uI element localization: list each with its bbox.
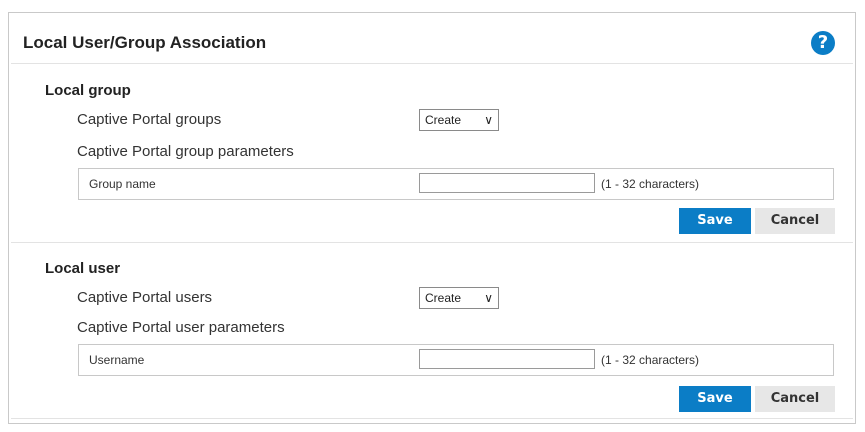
- group-name-hint: (1 - 32 characters): [601, 177, 700, 191]
- select-value: Create: [425, 113, 462, 127]
- captive-portal-users-label: Captive Portal users: [77, 289, 213, 306]
- chevron-down-icon: ∨: [484, 291, 493, 305]
- panel-title: Local User/Group Association: [23, 33, 267, 52]
- local-group-title: Local group: [45, 82, 131, 99]
- user-parameters-box: Username (1 - 32 characters): [78, 344, 834, 376]
- username-input[interactable]: [419, 349, 595, 369]
- group-parameters-box: Group name (1 - 32 characters): [78, 168, 834, 200]
- captive-portal-users-select[interactable]: Create ∨: [419, 287, 499, 309]
- divider: [11, 242, 853, 243]
- help-icon[interactable]: ?: [811, 31, 835, 55]
- group-parameters-label: Captive Portal group parameters: [77, 143, 294, 160]
- user-save-button[interactable]: Save: [679, 386, 751, 412]
- username-label: Username: [89, 353, 145, 367]
- captive-portal-groups-label: Captive Portal groups: [77, 111, 222, 128]
- group-save-button[interactable]: Save: [679, 208, 751, 234]
- group-name-input[interactable]: [419, 173, 595, 193]
- association-panel: Local User/Group Association ? Local gro…: [8, 12, 856, 424]
- group-name-label: Group name: [89, 177, 156, 191]
- user-cancel-button[interactable]: Cancel: [755, 386, 835, 412]
- group-cancel-button[interactable]: Cancel: [755, 208, 835, 234]
- divider: [11, 418, 853, 419]
- chevron-down-icon: ∨: [484, 113, 493, 127]
- username-hint: (1 - 32 characters): [601, 353, 700, 367]
- divider: [11, 63, 853, 64]
- select-value: Create: [425, 291, 462, 305]
- captive-portal-groups-select[interactable]: Create ∨: [419, 109, 499, 131]
- user-parameters-label: Captive Portal user parameters: [77, 319, 285, 336]
- local-user-title: Local user: [45, 260, 121, 277]
